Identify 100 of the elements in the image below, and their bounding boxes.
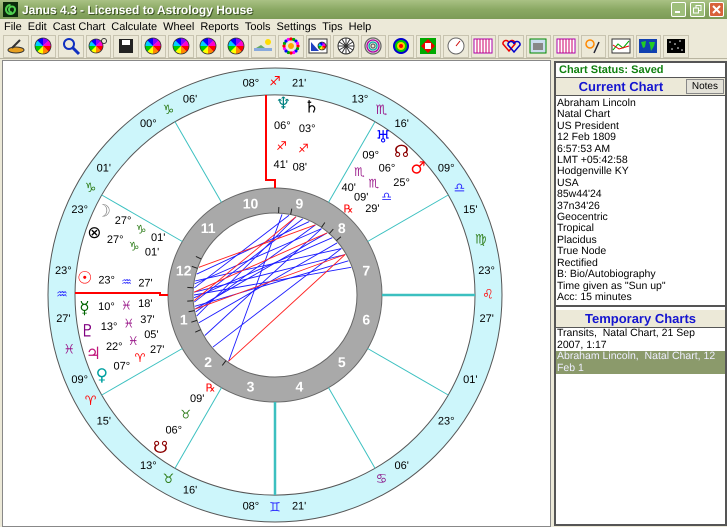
planet-glyph: ⊗ (87, 222, 102, 243)
cusp-sign: ♑ (84, 181, 96, 196)
cusp-minute: 27' (479, 313, 494, 326)
planet-sign: ♓ (120, 298, 132, 312)
cusp-sign: ♈ (84, 394, 96, 409)
planet-degree: 06° (274, 120, 291, 132)
menu-item[interactable]: Help (346, 20, 376, 32)
cusp-minute: 21' (292, 77, 306, 90)
cusp-minute: 16' (394, 118, 409, 130)
planet-glyph: ☋ (153, 438, 168, 458)
cusp-degree: 13° (352, 94, 368, 106)
house-number: 1 (180, 311, 188, 328)
cusp-minute: 06' (182, 94, 198, 106)
planet-glyph: ☉ (77, 268, 92, 288)
menu-item[interactable]: Reports (198, 20, 243, 32)
planet-degree: 06° (165, 424, 182, 436)
intercepted-sign: ♓ (63, 342, 76, 358)
planet-sign: ♉ (180, 407, 192, 422)
planet-degree: 13° (100, 321, 118, 334)
chart-detail: B: Bio/Autobiography (557, 269, 657, 280)
menu-item[interactable]: Tools (242, 20, 275, 32)
chart-detail: Acc: 15 minutes (557, 292, 633, 304)
planet-sign: ♈ (134, 350, 146, 365)
notes-button[interactable]: Notes (686, 79, 724, 94)
chart-detail: USA (557, 178, 580, 190)
chart-detail: Rectified (557, 258, 599, 269)
planet-glyph: ☿ (79, 298, 90, 318)
planet-glyph: ♄ (304, 98, 320, 118)
house-number: 2 (204, 354, 212, 370)
cusp-degree: 09° (71, 374, 88, 386)
cusp-minute: 01' (463, 374, 478, 386)
chart-detail: 37n34'26 (557, 200, 601, 212)
chart-detail: Placidus (557, 234, 598, 246)
planet-sign: ♎ (381, 189, 392, 204)
menu-item[interactable]: Wheel (161, 20, 198, 32)
house-number: 5 (338, 354, 346, 370)
planet-minute: 27' (138, 278, 153, 290)
planet-minute: 01' (150, 232, 166, 244)
retrograde-mark: ℞ (343, 202, 354, 216)
planet-minute: 05' (144, 329, 159, 342)
house-number: 3 (246, 378, 254, 394)
cusp-degree: 09° (438, 162, 455, 174)
planet-degree: 23° (98, 274, 115, 286)
chart-list-item[interactable]: Transits, Natal Chart, 21 Sep 2007, 1:17 (556, 328, 725, 352)
menu-item[interactable]: Tips (320, 20, 347, 32)
cusp-sign: ♒ (56, 288, 68, 302)
planet-glyph: ♃ (86, 344, 101, 364)
planet-degree: 07° (114, 360, 130, 372)
planet-glyph: ♇ (80, 321, 96, 342)
retrograde-mark: ℞ (206, 381, 216, 394)
planet-minute: 09' (190, 393, 204, 406)
planet-degree: 06° (378, 162, 396, 174)
planet-degree: 22° (106, 341, 123, 354)
planet-sign: ♏ (368, 176, 380, 190)
menu-item[interactable]: Edit (26, 20, 51, 32)
planet-sign: ♏ (354, 165, 365, 180)
cusp-degree: 08° (242, 77, 260, 90)
planet-degree: 27° (114, 214, 132, 227)
menu-item[interactable]: Settings (274, 20, 320, 32)
cusp-degree: 08° (242, 500, 260, 513)
cusp-degree: 13° (140, 460, 157, 472)
planet-sign: ♐ (298, 142, 309, 156)
house-number: 8 (338, 220, 346, 236)
planet-minute: 27' (150, 344, 164, 356)
chart-detail: Abraham Lincoln (557, 98, 637, 109)
cusp-minute: 06' (394, 460, 409, 472)
house-number: 6 (362, 311, 370, 328)
chart-detail: US President (557, 120, 620, 132)
planet-degree: 25° (393, 177, 410, 190)
cusp-minute: 15' (96, 416, 111, 428)
chart-detail: True Node (557, 246, 608, 258)
cusp-degree: 00° (140, 118, 157, 130)
planet-sign: ♓ (123, 316, 134, 330)
menu-item[interactable]: Calculate (109, 20, 162, 32)
planet-minute: 18' (138, 298, 152, 310)
planet-degree: 03° (298, 123, 316, 136)
chart-detail: Tropical (557, 223, 595, 235)
chart-detail: Natal Chart (557, 109, 612, 121)
cusp-minute: 21' (292, 500, 306, 513)
menu-item[interactable]: Cast Chart (50, 20, 110, 32)
cusp-sign: ♏ (376, 103, 388, 118)
planet-glyph: ♅ (376, 128, 391, 148)
cusp-degree: 23° (478, 264, 495, 277)
chart-detail: Hodgenville KY (557, 166, 630, 178)
cusp-degree: 23° (438, 416, 455, 428)
cusp-minute: 01' (96, 162, 111, 174)
planet-sign: ♑ (128, 240, 140, 254)
house-number: 12 (176, 262, 192, 279)
house-number: 7 (362, 262, 370, 279)
planet-glyph: ♂ (410, 158, 426, 178)
planet-minute: 37' (140, 314, 155, 326)
chart-detail: 85w44'24 (557, 189, 603, 201)
cusp-degree: 23° (55, 264, 72, 277)
planet-glyph: ☽ (96, 201, 111, 222)
planet-sign: ♓ (128, 334, 139, 348)
planet-degree: 10° (98, 300, 115, 313)
cusp-sign: ♉ (162, 472, 174, 487)
menu-item[interactable]: File (2, 20, 26, 32)
chart-detail: 6:57:53 AM (557, 144, 612, 156)
planet-glyph: ♀ (96, 366, 108, 386)
